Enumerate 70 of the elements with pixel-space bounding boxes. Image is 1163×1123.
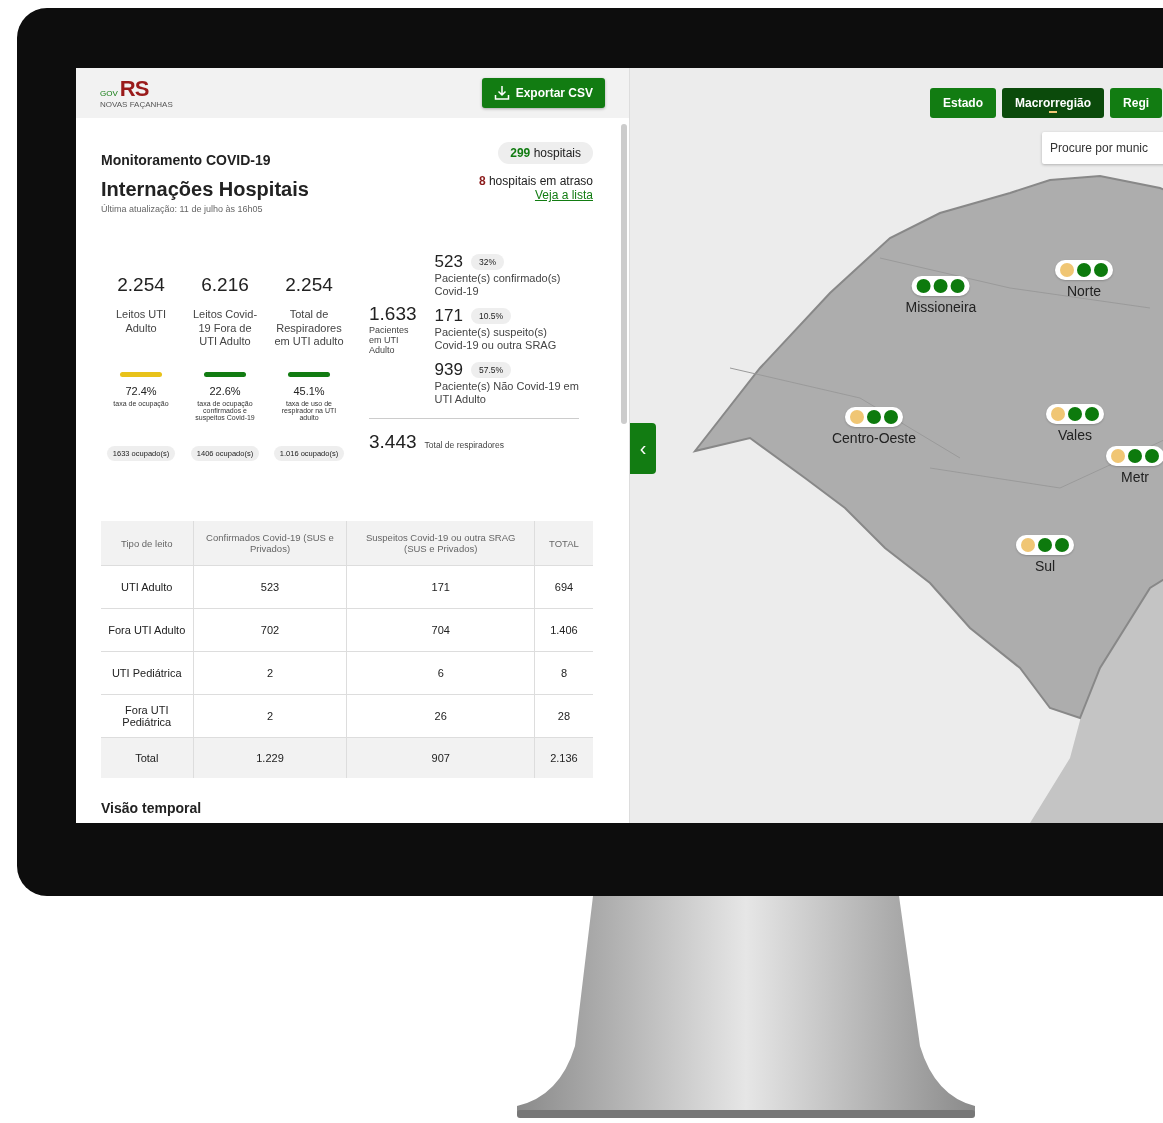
- page-title: Internações Hospitais: [101, 178, 309, 201]
- region-label: Norte: [1066, 283, 1102, 299]
- export-csv-button[interactable]: Exportar CSV: [481, 78, 605, 108]
- column-header: Confirmados Covid-19 (SUS e Privados): [193, 521, 347, 566]
- share-badge: 32%: [470, 254, 504, 270]
- table-cell: 702: [193, 608, 347, 652]
- respirators-value: 3.443: [369, 431, 417, 453]
- collapse-button[interactable]: ‹: [630, 423, 656, 474]
- table-cell: UTI Adulto: [101, 565, 194, 609]
- table-cell: UTI Pediátrica: [101, 651, 194, 695]
- column-header: Tipo de leito: [101, 521, 194, 566]
- stat-label: Leitos Covid-19 Fora de UTI Adulto: [191, 308, 259, 349]
- region-label: Metr: [1121, 469, 1149, 485]
- region-label: Missioneira: [905, 299, 977, 315]
- stat-value: 6.216: [201, 274, 249, 296]
- see-list-link[interactable]: Veja a lista: [534, 188, 593, 202]
- stat-value: 2.254: [285, 274, 333, 296]
- hospitals-count-badge: 299 hospitais: [498, 142, 593, 164]
- patients-count: 523: [434, 252, 463, 272]
- total-cell: 2.136: [534, 737, 593, 778]
- section-heading: Visão temporal: [101, 800, 203, 816]
- patients-category: Paciente(s) suspeito(s) Covid-19 ou outra SRAG: [434, 326, 558, 352]
- search-field[interactable]: Procure por munic: [1042, 132, 1163, 164]
- stat-label: Total de Respiradores em UTI adulto: [274, 308, 344, 349]
- patients-category: Paciente(s) Não Covid-19 em UTI Adulto: [434, 380, 579, 406]
- status-dots[interactable]: [1046, 404, 1104, 424]
- region-label: Centro-Oeste: [832, 430, 916, 446]
- table-cell: 171: [347, 565, 535, 609]
- download-icon: [493, 85, 510, 101]
- dashboard-kicker: Monitoramento COVID-19: [101, 152, 272, 168]
- respirators-label: Total de respiradores: [424, 440, 504, 450]
- patients-category: Paciente(s) confirmado(s) Covid-19: [434, 272, 562, 298]
- total-cell: 1.229: [193, 737, 347, 778]
- view-tab[interactable]: Regi: [1110, 88, 1163, 118]
- table-cell: 694: [534, 565, 593, 609]
- view-tab[interactable]: Macrorregião: [1002, 88, 1105, 118]
- patients-label: Pacientes em UTI Adulto: [369, 325, 410, 355]
- status-dots[interactable]: [1055, 260, 1113, 280]
- rate-value: 45.1%: [293, 385, 325, 397]
- total-cell: 907: [347, 737, 535, 778]
- table-cell: 1.406: [534, 608, 593, 652]
- table-cell: Fora UTI Adulto: [101, 608, 194, 652]
- table-cell: 8: [534, 651, 593, 695]
- table-cell: 704: [347, 608, 535, 652]
- status-dots[interactable]: [912, 276, 970, 296]
- last-update-text: Última atualização: 11 de julho às 16h05: [101, 204, 264, 214]
- column-header: Suspeitos Covid-19 ou outra SRAG (SUS e Privados): [347, 521, 535, 566]
- scrollbar[interactable]: [621, 124, 627, 424]
- table-cell: 2: [193, 651, 347, 695]
- patients-count: 939: [434, 360, 463, 380]
- patients-value: 1.633: [369, 303, 417, 325]
- status-dots[interactable]: [1016, 535, 1074, 555]
- stat-label: Leitos UTI Adulto: [114, 308, 168, 336]
- stat-value: 2.254: [117, 274, 165, 296]
- view-tab[interactable]: Estado: [930, 88, 996, 118]
- table-cell: 523: [193, 565, 347, 609]
- status-dots[interactable]: [1106, 446, 1163, 466]
- table-cell: 6: [347, 651, 535, 695]
- total-cell: Total: [101, 737, 194, 778]
- share-badge: 57.5%: [470, 362, 512, 378]
- region-label: Sul: [1034, 558, 1056, 574]
- region-label: Vales: [1058, 427, 1092, 443]
- share-badge: 10.5%: [470, 308, 512, 324]
- status-dots[interactable]: [845, 407, 903, 427]
- rate-value: 22.6%: [209, 385, 241, 397]
- logo: GOV RS NOVAS FAÇANHAS: [100, 77, 173, 109]
- patients-count: 171: [434, 306, 463, 326]
- column-header: TOTAL: [534, 521, 593, 566]
- late-hospitals-text: 8 hospitais em atraso: [478, 174, 593, 188]
- rate-value: 72.4%: [125, 385, 157, 397]
